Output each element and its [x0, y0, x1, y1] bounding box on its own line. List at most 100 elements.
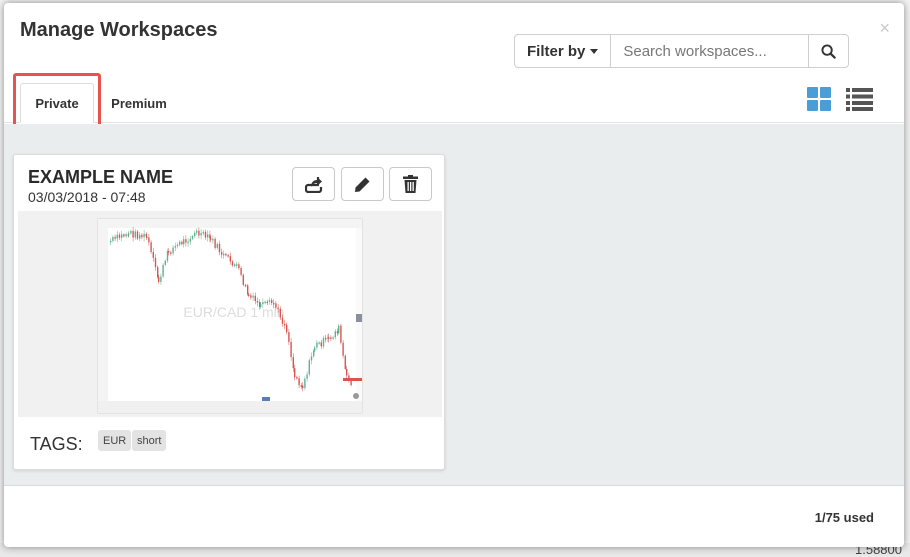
- edit-workspace-button[interactable]: [341, 167, 384, 201]
- thumbnail-candle: [279, 308, 281, 318]
- thumbnail-candle: [313, 350, 315, 357]
- tab-premium[interactable]: Premium: [104, 83, 174, 123]
- thumbnail-candle: [157, 267, 159, 278]
- grid-view-icon[interactable]: [807, 87, 831, 111]
- thumbnail-candle: [121, 234, 123, 238]
- thumbnail-candle: [256, 301, 259, 303]
- workspace-grid: EXAMPLE NAME 03/03/2018 - 07:48 EUR/CAD …: [4, 124, 904, 486]
- tag-eur[interactable]: EUR: [98, 430, 132, 451]
- thumbnail-candle: [264, 301, 266, 304]
- thumbnail-candle: [242, 274, 244, 285]
- thumbnail-candle: [154, 257, 157, 268]
- thumbnail-candle: [227, 255, 229, 257]
- thumbnail-candle: [166, 250, 169, 261]
- chart-thumbnail-image: EUR/CAD 1 min: [97, 218, 363, 414]
- thumbnail-candle: [310, 356, 313, 361]
- thumbnail-candle: [262, 302, 264, 305]
- thumbnail-candle: [185, 239, 187, 243]
- list-view-icon[interactable]: [846, 87, 873, 111]
- thumbnail-candle: [288, 332, 290, 342]
- thumbnail-candle: [128, 233, 130, 235]
- close-icon[interactable]: ×: [879, 19, 890, 37]
- thumbnail-candle: [328, 337, 330, 339]
- thumbnail-candle: [336, 331, 339, 334]
- thumbnail-candle: [189, 238, 191, 242]
- thumbnail-candle: [314, 347, 316, 351]
- chart-watermark: EUR/CAD 1 min: [183, 304, 284, 320]
- thumbnail-candle: [150, 242, 152, 252]
- thumbnail-candle: [292, 357, 294, 369]
- thumbnail-candle: [139, 234, 141, 239]
- share-workspace-button[interactable]: [292, 167, 335, 201]
- thumbnail-candle: [172, 247, 174, 254]
- workspace-card[interactable]: EXAMPLE NAME 03/03/2018 - 07:48 EUR/CAD …: [13, 154, 445, 470]
- workspace-date: 03/03/2018 - 07:48: [28, 189, 146, 205]
- thumbnail-candle: [168, 250, 170, 253]
- thumbnail-candle: [248, 294, 250, 296]
- thumbnail-candle: [304, 378, 306, 389]
- thumbnail-candle: [223, 253, 225, 256]
- thumbnail-candle: [284, 323, 286, 326]
- thumbnail-candle: [325, 337, 327, 340]
- thumbnail-candle: [212, 238, 214, 241]
- thumbnail-candle: [170, 252, 172, 254]
- thumbnail-candle: [200, 233, 202, 236]
- thumbnail-candle: [204, 231, 207, 238]
- thumbnail-candle: [136, 231, 139, 239]
- thumbnail-candle: [176, 244, 179, 247]
- tags-label: TAGS:: [30, 434, 83, 454]
- thumbnail-candle: [152, 251, 154, 258]
- thumbnail-candle: [294, 368, 296, 378]
- thumbnail-candle: [252, 295, 254, 298]
- thumbnail-candle: [210, 238, 212, 240]
- thumbnail-candle: [322, 337, 325, 347]
- thumbnail-candle: [316, 342, 318, 348]
- workspace-tabs: Private Premium: [4, 81, 904, 123]
- thumbnail-candle: [268, 300, 271, 302]
- thumbnail-candle: [123, 234, 125, 237]
- thumbnail-candle: [134, 231, 136, 238]
- filter-by-button[interactable]: Filter by: [514, 34, 612, 68]
- thumbnail-candle: [187, 241, 189, 244]
- thumbnail-candle: [174, 246, 176, 248]
- thumbnail-candle: [254, 295, 256, 302]
- tag-short[interactable]: short: [132, 430, 167, 451]
- thumbnail-candle: [160, 276, 162, 282]
- thumbnail-candle: [334, 331, 336, 338]
- search-input[interactable]: [611, 34, 810, 68]
- thumbnail-candle: [141, 234, 143, 238]
- search-button[interactable]: [809, 34, 850, 68]
- thumbnail-candle: [214, 238, 216, 248]
- thumbnail-candle: [225, 253, 227, 256]
- thumbnail-candle: [260, 304, 262, 307]
- thumbnail-candle: [300, 385, 302, 387]
- thumbnail-candle: [320, 342, 322, 347]
- thumbnail-candle: [143, 233, 145, 238]
- thumbnail-candle: [202, 231, 204, 234]
- thumbnail-candle: [338, 325, 340, 334]
- thumbnail-candle: [344, 355, 346, 369]
- workspace-thumbnail[interactable]: EUR/CAD 1 min: [18, 211, 442, 417]
- tab-private[interactable]: Private: [20, 83, 94, 123]
- thumbnail-candle: [234, 264, 236, 266]
- thumbnail-candle: [236, 264, 238, 266]
- thumbnail-candle: [191, 236, 194, 239]
- thumbnail-candle: [221, 252, 223, 255]
- thumbnail-candle: [148, 237, 150, 243]
- thumbnail-candle: [194, 232, 196, 237]
- thumbnail-candle: [162, 264, 164, 277]
- thumbnail-candle: [290, 341, 292, 358]
- share-icon: [304, 177, 322, 193]
- thumbnail-candle: [196, 230, 198, 233]
- thumbnail-candle: [281, 317, 284, 324]
- thumbnail-candle: [240, 268, 242, 275]
- pencil-icon: [355, 177, 370, 192]
- thumbnail-candle: [132, 230, 134, 238]
- thumbnail-candle: [332, 337, 334, 339]
- thumbnail-candle: [342, 342, 344, 356]
- thumbnail-candle: [275, 303, 277, 308]
- thumbnail-candle: [330, 337, 332, 339]
- delete-workspace-button[interactable]: [389, 167, 432, 201]
- search-icon: [821, 43, 837, 59]
- thumbnail-candle: [346, 368, 348, 376]
